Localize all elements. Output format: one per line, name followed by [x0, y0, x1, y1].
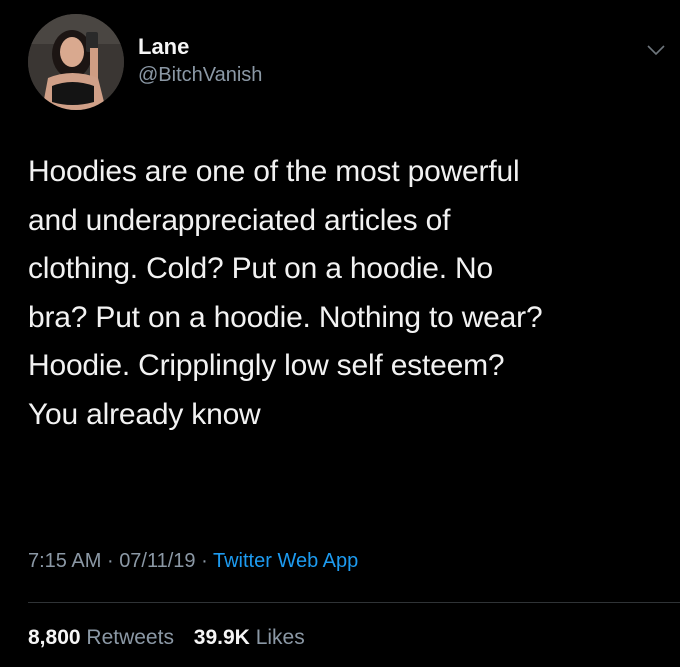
- tweet-header: Lane @BitchVanish: [28, 14, 668, 114]
- user-names: Lane @BitchVanish: [138, 34, 262, 88]
- chevron-down-icon[interactable]: [644, 40, 668, 60]
- avatar[interactable]: [28, 14, 124, 110]
- likes-stat[interactable]: 39.9K Likes: [194, 626, 305, 649]
- likes-label: Likes: [255, 626, 305, 649]
- tweet-card: Lane @BitchVanish Hoodies are one of the…: [0, 0, 680, 667]
- retweets-stat[interactable]: 8,800 Retweets: [28, 626, 174, 649]
- tweet-time[interactable]: 7:15 AM: [28, 550, 101, 572]
- tweet-stats: 8,800 Retweets 39.9K Likes: [28, 626, 319, 650]
- tweet-date[interactable]: 07/11/19: [119, 550, 195, 572]
- divider: [28, 602, 680, 603]
- likes-count: 39.9K: [193, 626, 250, 649]
- tweet-meta: 7:15 AM · 07/11/19 · Twitter Web App: [28, 550, 358, 573]
- tweet-text: Hoodies are one of the most powerful and…: [28, 155, 543, 431]
- user-handle[interactable]: @BitchVanish: [138, 62, 262, 88]
- tweet-source-link[interactable]: Twitter Web App: [213, 550, 358, 572]
- meta-separator: ·: [106, 550, 114, 572]
- retweets-count: 8,800: [28, 626, 81, 649]
- display-name[interactable]: Lane: [138, 34, 262, 60]
- avatar-photo-icon: [28, 14, 124, 110]
- retweets-label: Retweets: [86, 626, 174, 649]
- meta-separator: ·: [201, 550, 208, 572]
